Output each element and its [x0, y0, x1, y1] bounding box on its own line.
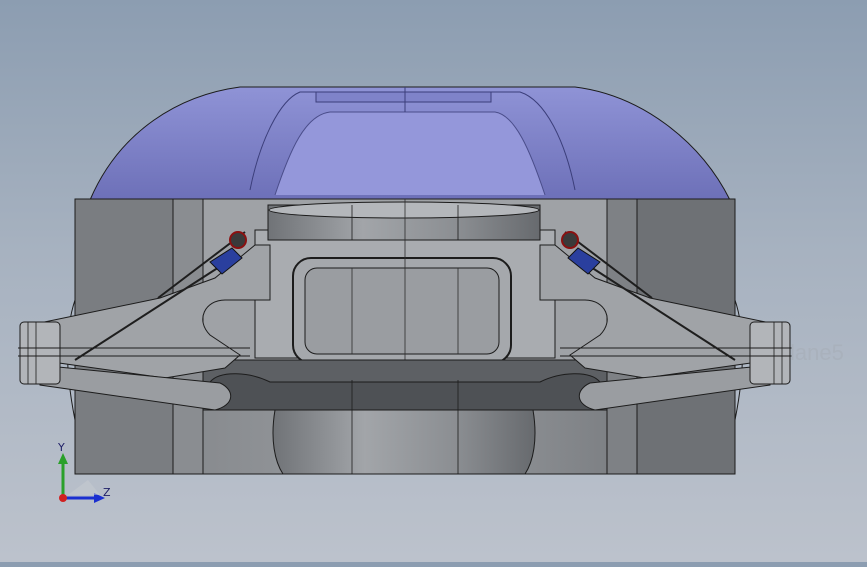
- dome-cover: [89, 86, 731, 201]
- y-axis-head: [58, 453, 68, 464]
- triad-plane: [68, 480, 100, 495]
- z-axis-label: Z: [103, 486, 111, 499]
- x-axis-origin: [59, 494, 67, 502]
- cad-viewport[interactable]: lane5 Y Z: [0, 0, 867, 562]
- plane-label: lane5: [790, 340, 844, 365]
- y-axis-label: Y: [58, 441, 65, 454]
- model-view[interactable]: [0, 0, 867, 562]
